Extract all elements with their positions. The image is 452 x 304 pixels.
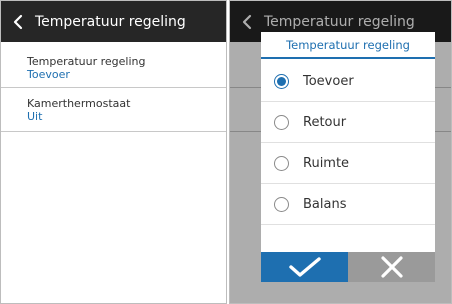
option-label: Toevoer xyxy=(303,73,354,89)
dialog-title: Temperatuur regeling xyxy=(261,32,435,59)
settings-screen-with-dialog: Temperatuur regeling Temperatuur regelin… xyxy=(229,0,452,304)
close-icon xyxy=(380,256,403,278)
radio-selected-icon xyxy=(274,73,289,89)
header-title: Temperatuur regeling xyxy=(35,13,186,30)
selection-dialog: Temperatuur regeling Toevoer Retour Ruim… xyxy=(261,32,435,282)
setting-label: Temperatuur regeling xyxy=(27,55,146,68)
option-ruimte[interactable]: Ruimte xyxy=(261,143,435,184)
setting-kamerthermostaat[interactable]: Kamerthermostaat Uit xyxy=(1,88,226,132)
confirm-button[interactable] xyxy=(261,252,348,282)
radio-unselected-icon xyxy=(274,196,289,212)
check-icon xyxy=(288,257,321,277)
setting-value: Uit xyxy=(27,110,43,123)
setting-value: Toevoer xyxy=(27,68,70,81)
back-button[interactable] xyxy=(1,1,35,42)
option-label: Retour xyxy=(303,114,347,130)
dialog-buttons xyxy=(261,252,435,282)
option-toevoer[interactable]: Toevoer xyxy=(261,61,435,102)
chevron-left-icon xyxy=(13,14,23,29)
header-bar: Temperatuur regeling xyxy=(1,1,226,42)
settings-screen: Temperatuur regeling Temperatuur regelin… xyxy=(0,0,227,304)
option-retour[interactable]: Retour xyxy=(261,102,435,143)
radio-unselected-icon xyxy=(274,114,289,130)
setting-temperatuur-regeling[interactable]: Temperatuur regeling Toevoer xyxy=(1,43,226,88)
cancel-button[interactable] xyxy=(348,252,435,282)
setting-label: Kamerthermostaat xyxy=(27,97,131,110)
radio-unselected-icon xyxy=(274,155,289,171)
option-balans[interactable]: Balans xyxy=(261,184,435,225)
option-label: Balans xyxy=(303,196,347,212)
option-label: Ruimte xyxy=(303,155,350,171)
